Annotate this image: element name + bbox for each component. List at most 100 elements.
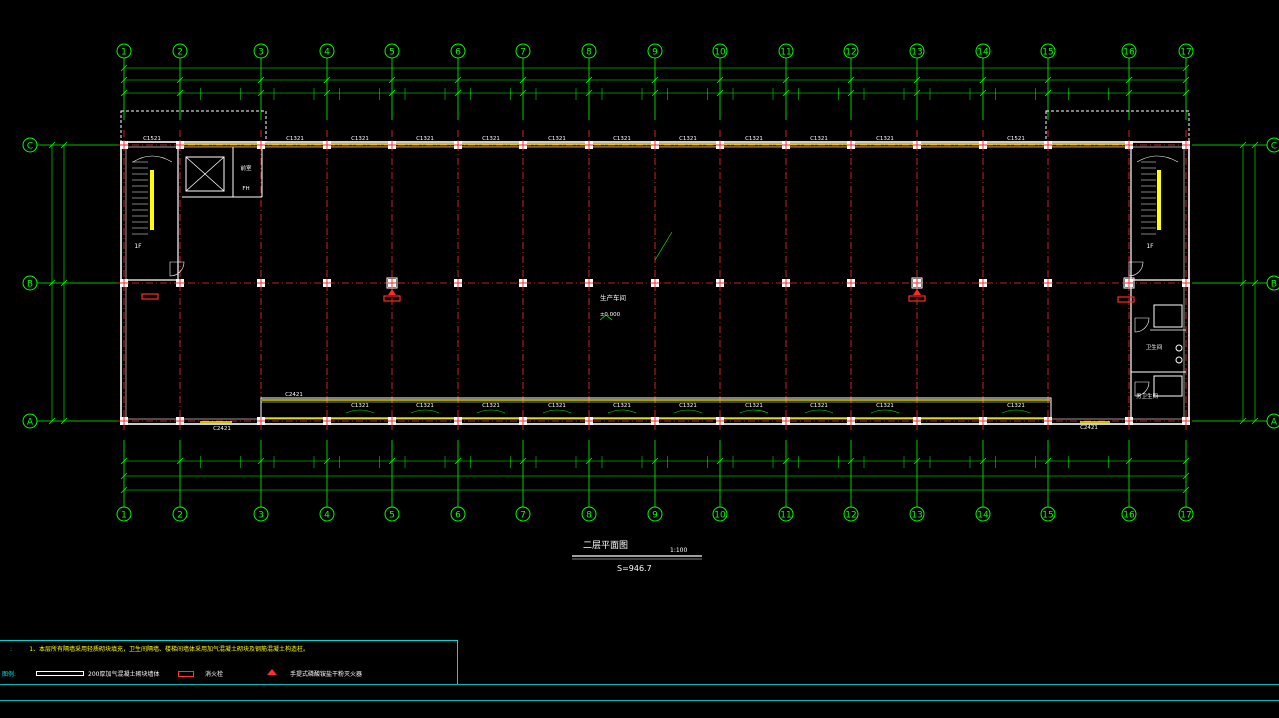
stair-landing [132,155,173,163]
axis-label: 15 [1042,48,1053,58]
window-label: C1321 [679,136,697,142]
axis-label: 15 [1042,511,1053,521]
window-swing [870,409,900,414]
window-label: C1321 [482,136,500,142]
room-label: 卫生间 [1146,343,1163,351]
window-label: C2421 [285,392,303,398]
axis-label: 1 [121,511,127,521]
stair-label: 1F [1146,243,1154,250]
axis-label: 9 [652,511,658,521]
stair-rail [150,170,154,230]
axis-label: 8 [586,511,592,521]
axis-label: B [1271,280,1277,290]
walls [120,110,1190,425]
axis-label: 16 [1123,48,1135,58]
window-label: C1321 [286,136,304,142]
window-label: C1321 [548,136,566,142]
legend-note: : 1、本层所有隔墙采用轻质砌块填充，卫生间隔墙、楼梯间墙体采用加气混凝土砌块及… [10,646,310,653]
axis-label: 11 [780,511,791,521]
stair-landing [1136,155,1179,163]
axis-label: 1 [121,48,127,58]
door-swing [1134,317,1150,333]
axis-label: 10 [714,511,726,521]
extinguisher-text: 手提式磷酸铵盐干粉灭火器 [290,671,363,678]
axis-label: 14 [977,48,989,58]
window-label: C1321 [810,403,828,409]
axis-label: 11 [780,48,791,58]
frame-line [0,684,1279,685]
window-swing [804,409,834,414]
axis-label: C [1271,142,1277,152]
axis-label: 5 [389,48,395,58]
window-swing [1001,409,1031,414]
legend-note-text: 1、本层所有隔墙采用轻质砌块填充，卫生间隔墙、楼梯间墙体采用加气混凝土砌块及钢筋… [29,646,310,653]
window-label: C1321 [745,403,763,409]
axis-label: 7 [520,48,526,58]
axis-label: A [1271,418,1278,428]
axis-label: 2 [177,511,183,521]
axis-label: 6 [455,511,461,521]
axis-label: 10 [714,48,726,58]
window-swing [673,409,703,414]
window-label: C1321 [351,403,369,409]
stair-label: 1F [134,243,142,250]
window-label: C1521 [143,136,161,142]
axis-label: 3 [258,48,264,58]
annotations: C1521 C1321 C1321 C1321 C1321 C1321 C1321 C1321… [134,136,1162,432]
window-label: C2421 [1080,425,1098,431]
fire-hydrant-text: 消火栓 [205,671,224,678]
axis-label: 4 [324,48,330,58]
axis-label: 13 [911,511,922,521]
window-label: C1321 [351,136,369,142]
axis-label: 3 [258,511,264,521]
frame-line [0,700,1279,701]
axis-label: A [27,418,34,428]
window-swing [607,409,637,414]
axis-label: 17 [1180,48,1191,58]
extinguisher-icon [388,289,396,295]
room-label: FH [242,186,249,192]
window-swing [739,409,769,414]
window-label: C1321 [613,136,631,142]
axis-label: 16 [1123,511,1135,521]
axis-label: 2 [177,48,183,58]
sink-fixture [1175,356,1183,364]
plan-area: S=946.7 [617,564,652,573]
axis-label: 12 [845,48,856,58]
window-label: C1321 [876,136,894,142]
extinguisher-icon [913,289,921,295]
door-swing [169,261,185,277]
window-label: C1321 [1007,403,1025,409]
window-label: C1321 [745,136,763,142]
axis-label: 9 [652,48,658,58]
extinguisher-icon [267,669,277,675]
window-label: C1321 [679,403,697,409]
axis-label: 12 [845,511,856,521]
plan-scale: 1:100 [670,547,687,554]
axis-label: 5 [389,511,395,521]
axis-label: B [27,280,33,290]
axis-label: 14 [977,511,989,521]
axis-label: 7 [520,511,526,521]
plan-title: 二层平面图 [583,540,628,551]
window-label: C1321 [613,403,631,409]
window-label: C1321 [548,403,566,409]
window-swing [542,409,572,414]
window-label: C1521 [1007,136,1025,142]
window-swing [476,409,506,414]
window-label: C1321 [482,403,500,409]
window-swing [410,409,440,414]
window-label: C2421 [213,426,231,432]
room-name: 生产车间 [600,293,626,302]
wall-legend-swatch [36,671,84,676]
stair-rail [1157,170,1161,230]
window-swing [345,409,375,414]
axis-label: C [27,142,33,152]
axis-label: 8 [586,48,592,58]
window-label: C1321 [876,403,894,409]
leader-line [654,231,673,261]
room-label: 男卫生间 [1136,392,1158,400]
sink-fixture [1175,344,1183,352]
window-label: C1321 [416,136,434,142]
axis-label: 13 [911,48,922,58]
